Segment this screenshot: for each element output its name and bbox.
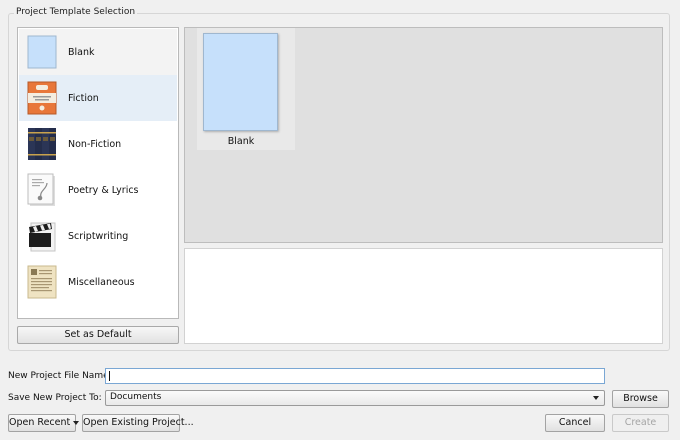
books-icon [27,127,57,161]
category-label: Blank [68,46,95,58]
category-label: Miscellaneous [68,276,135,288]
category-item-poetry[interactable]: Poetry & Lyrics [19,167,177,213]
save-location-select[interactable]: Documents [105,390,605,406]
category-list[interactable]: Blank Fiction Non-Fiction Poetry & Lyric… [17,27,179,319]
category-label: Non-Fiction [68,138,122,150]
category-item-non-fiction[interactable]: Non-Fiction [19,121,177,167]
create-button[interactable]: Create [612,414,669,432]
open-recent-button[interactable]: Open Recent [8,414,80,432]
save-location-value: Documents [110,392,162,402]
category-label: Scriptwriting [68,230,129,242]
category-item-miscellaneous[interactable]: Miscellaneous [19,259,177,305]
template-description [184,248,663,344]
template-grid: Blank [184,27,663,243]
save-to-label: Save New Project To: [8,393,102,403]
cancel-button[interactable]: Cancel [545,414,605,432]
file-name-label: New Project File Name: [8,371,112,381]
category-item-fiction[interactable]: Fiction [19,75,177,121]
chevron-down-icon [593,396,599,400]
open-recent-label: Open Recent [9,417,71,428]
category-label: Poetry & Lyrics [68,184,139,196]
category-item-scriptwriting[interactable]: Scriptwriting [19,213,177,259]
text-caret [109,371,110,381]
browse-button[interactable]: Browse [612,390,669,408]
category-label: Fiction [68,92,99,104]
template-thumbnail [203,33,278,131]
file-name-input[interactable] [105,368,605,384]
group-title: Project Template Selection [14,7,138,17]
set-as-default-button[interactable]: Set as Default [17,326,179,344]
category-item-blank[interactable]: Blank [19,29,177,75]
dropdown-arrow-icon [73,420,80,425]
fiction-book-icon [27,81,57,115]
template-name: Blank [227,136,255,147]
template-tile-blank[interactable]: Blank [197,28,295,150]
clapperboard-icon [27,219,57,253]
open-existing-project-button[interactable]: Open Existing Project... [82,414,194,432]
misc-page-icon [27,265,57,299]
poetry-page-icon [27,173,57,207]
blank-page-icon [27,35,57,69]
